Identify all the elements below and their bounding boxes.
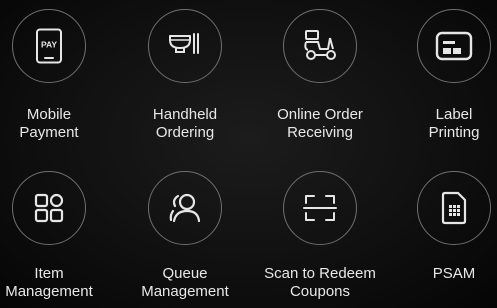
sim-card-icon	[441, 191, 467, 225]
delivery-scooter-icon	[304, 30, 336, 60]
handheld-ordering-icon	[169, 33, 199, 54]
feature-label-line1: PSAM	[432, 265, 476, 282]
scan-redeem-circle	[283, 171, 357, 245]
queue-management-circle	[148, 171, 222, 245]
feature-label-line1: Label	[435, 106, 473, 123]
label-printer-icon	[435, 31, 473, 61]
online-order-circle	[283, 9, 357, 83]
psam-circle	[417, 171, 491, 245]
grid-apps-icon	[34, 193, 64, 223]
queue-people-icon	[169, 193, 201, 223]
label-printing-circle	[417, 9, 491, 83]
mobile-payment-circle: PAY	[12, 9, 86, 83]
scan-frame-icon	[303, 195, 337, 221]
item-management-circle	[12, 171, 86, 245]
pay-text: PAY	[41, 40, 57, 50]
feature-label-line2: Coupons	[289, 283, 351, 300]
feature-label: PSAM	[374, 265, 497, 283]
mobile-pay-icon: PAY	[36, 28, 62, 64]
feature-label-line2: Printing	[428, 124, 480, 141]
handheld-ordering-circle	[148, 9, 222, 83]
feature-label: Label Printing	[374, 106, 497, 142]
